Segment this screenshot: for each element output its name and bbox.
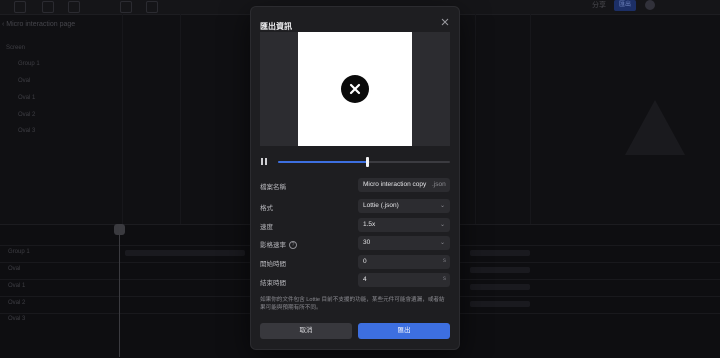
speed-value: 1.5x (363, 221, 376, 228)
frame-tool-icon (42, 1, 54, 13)
timeline-playhead (119, 224, 120, 357)
dialog-title: 匯出資訊 (260, 22, 292, 31)
timeline-bar (470, 267, 530, 273)
chevron-down-icon: ⌄ (439, 203, 445, 209)
canvas-gridline (122, 14, 123, 224)
timeline-bar (470, 301, 530, 307)
pause-button[interactable] (260, 157, 270, 167)
timeline-layer: Oval (8, 266, 21, 272)
timeline-layer: Oval 1 (8, 283, 26, 289)
share-label: 分享 (592, 2, 606, 9)
pause-icon (261, 158, 263, 165)
timeline-layer: Oval 2 (8, 300, 26, 306)
help-icon[interactable]: ? (289, 241, 297, 250)
playback-handle[interactable] (366, 157, 370, 167)
framerate-label: 影格速率? (260, 239, 297, 250)
playback-scrubber[interactable] (278, 157, 450, 167)
chevron-down-icon: ⌄ (439, 222, 445, 228)
canvas-gridline (475, 14, 476, 224)
end-time-unit: s (443, 276, 446, 282)
pen-tool-icon (68, 1, 80, 13)
format-select[interactable]: Lottie (.json) ⌄ (358, 199, 450, 213)
layer-item: Oval 1 (18, 95, 36, 101)
start-time-unit: s (443, 258, 446, 264)
timeline-layer: Oval 3 (8, 316, 26, 322)
playback-progress (278, 161, 368, 163)
speed-select[interactable]: 1.5x ⌄ (358, 218, 450, 232)
timeline-layer: Group 1 (8, 249, 30, 255)
filename-extension: .json (432, 181, 446, 188)
canvas-gridline (530, 14, 531, 224)
start-time-label: 開始時間 (260, 261, 286, 268)
start-time-value: 0 (363, 258, 367, 265)
timeline-bar (470, 250, 530, 256)
cancel-button[interactable]: 取消 (260, 323, 352, 339)
text-tool-icon (146, 1, 158, 13)
end-time-input[interactable]: 4 s (358, 273, 450, 287)
layer-item: Screen (6, 45, 26, 51)
breadcrumb: ‹ Micro interaction page (2, 21, 76, 28)
layer-item: Oval 3 (18, 128, 36, 134)
format-label: 格式 (260, 205, 273, 212)
framerate-select[interactable]: 30 ⌄ (358, 236, 450, 250)
avatar (645, 0, 655, 10)
shape-tool-icon (120, 1, 132, 13)
close-icon (441, 18, 449, 26)
speed-label: 速度 (260, 224, 273, 231)
x-circle-icon (341, 75, 369, 103)
timeline-bar (470, 284, 530, 290)
x-mark-icon (349, 83, 361, 95)
end-time-value: 4 (363, 276, 367, 283)
layer-item: Group 1 (18, 61, 40, 67)
preview-canvas (298, 32, 412, 146)
breadcrumb-label: Micro interaction page (6, 21, 76, 28)
framerate-value: 30 (363, 239, 371, 246)
chevron-down-icon: ⌄ (439, 240, 445, 246)
filename-label: 檔案名稱 (260, 184, 286, 191)
compatibility-note: 如果你的文件包含 Lottie 目前不支援的功能，某些元件可能會遺漏，或者結果可… (260, 297, 445, 311)
filename-value: Micro interaction copy (363, 181, 427, 188)
export-button[interactable]: 匯出 (358, 323, 450, 339)
close-button[interactable] (437, 14, 453, 30)
canvas-shape (625, 100, 685, 155)
bg-export-button: 匯出 (614, 0, 636, 11)
framerate-label-text: 影格速率 (260, 242, 286, 249)
timeline-bar (125, 250, 245, 256)
select-tool-icon (14, 1, 26, 13)
layer-item: Oval (18, 78, 31, 84)
format-value: Lottie (.json) (363, 202, 399, 209)
end-time-label: 結束時間 (260, 280, 286, 287)
animation-preview (260, 32, 450, 146)
start-time-input[interactable]: 0 s (358, 255, 450, 269)
filename-field[interactable]: Micro interaction copy .json (358, 178, 450, 192)
layer-item: Oval 2 (18, 112, 36, 118)
export-dialog: 匯出資訊 檔案名稱 Micro interaction copy .json 格… (251, 7, 459, 349)
canvas-gridline (180, 14, 181, 224)
